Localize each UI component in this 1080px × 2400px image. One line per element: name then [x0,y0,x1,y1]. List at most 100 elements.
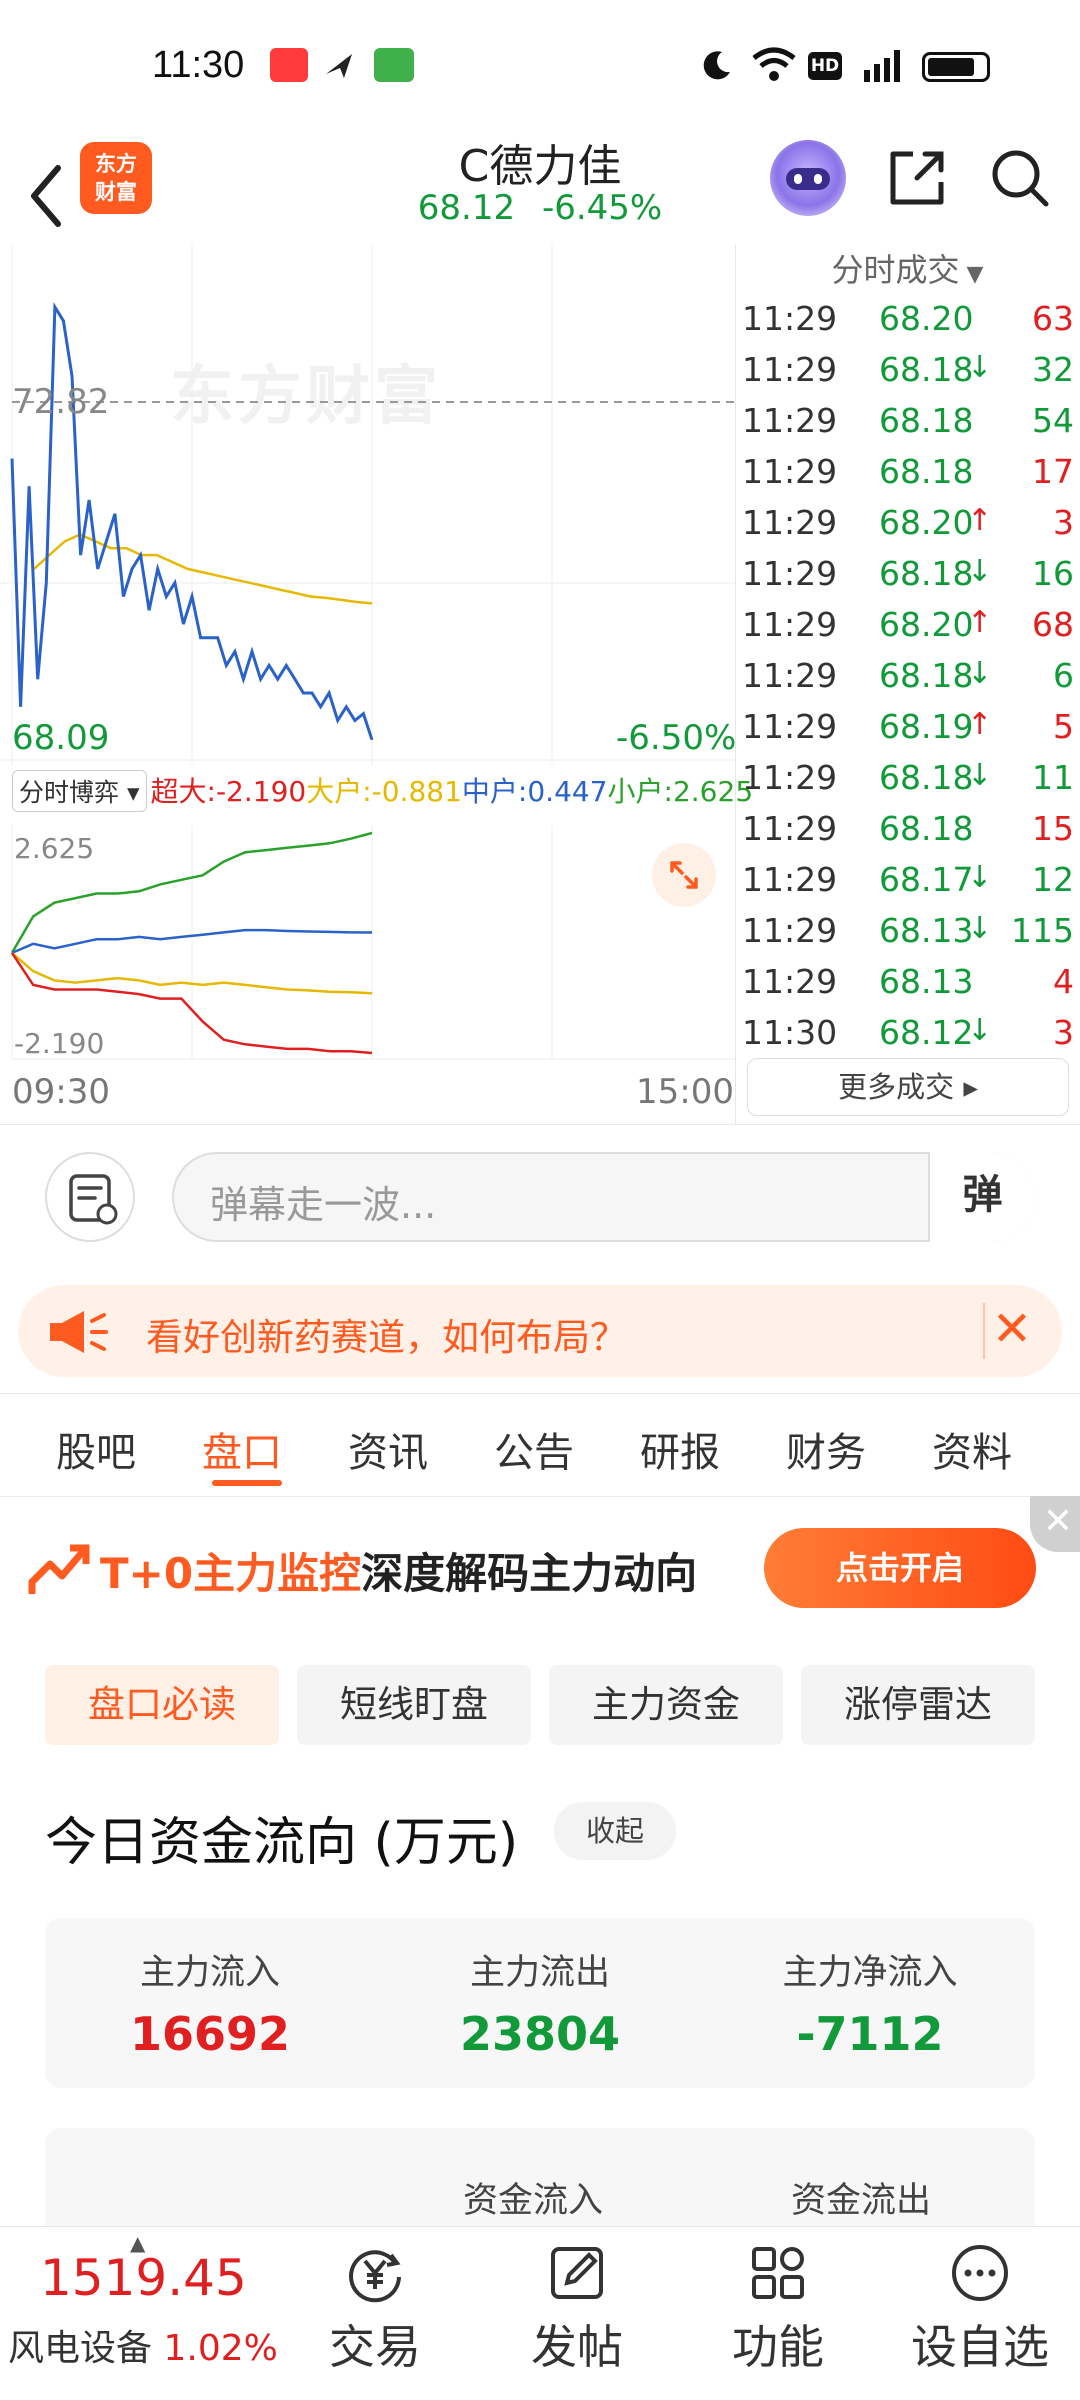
send-app-icon [322,48,358,82]
nav-add-watchlist[interactable]: 设自选 [905,2241,1055,2377]
legend-small: 小户:2.625 [607,775,754,808]
tab-2[interactable]: 资讯 [348,1420,428,1478]
back-icon[interactable] [18,150,78,230]
trade-time: 11:29 [742,503,838,542]
yen-trade-icon [343,2241,407,2305]
legend-big: 大户:-0.881 [306,775,462,808]
price-grid [0,245,735,765]
sector-index-name[interactable]: 风电设备 1.02% [8,2319,278,2371]
money-game-selector[interactable]: 分时博弈 ▾ [12,770,147,812]
tab-0[interactable]: 股吧 [56,1420,136,1478]
nav-post-label: 发帖 [531,2320,623,2374]
close-ad-icon[interactable]: ✕ [1030,1496,1080,1552]
sector-name: 风电设备 [8,2328,153,2369]
more-trades-button[interactable]: 更多成交 ▸ [747,1058,1069,1116]
trade-direction-icon: ↓ [967,554,993,589]
trade-direction-icon: ↓ [967,350,993,385]
fund-flow-title: 今日资金流向 (万元) [45,1813,519,1873]
fund-flow-summary: 主力流入 16692 主力流出 23804 主力净流入 -7112 [45,1918,1035,2088]
close-icon[interactable]: ✕ [983,1303,1039,1359]
trade-row: 11:30 68.12 ↓ 3 [742,1009,1074,1060]
trade-volume: 17 [1032,452,1074,491]
money-game-selector-label: 分时博弈 [19,778,120,807]
nav-trade[interactable]: 交易 [300,2241,450,2377]
trade-direction-icon: ↓ [967,860,993,895]
trade-direction-icon: ↑ [967,503,993,538]
trade-time: 11:29 [742,350,838,389]
trade-price: 68.19 [879,707,974,746]
enable-monitor-button[interactable]: 点击开启 [764,1528,1036,1608]
logo-line-1: 东方 [95,152,137,176]
trade-volume: 3 [1053,503,1074,542]
subtab-3[interactable]: 涨停雷达 [801,1665,1035,1745]
trade-time: 11:29 [742,656,838,695]
trade-row: 11:29 68.19 ↑ 5 [742,703,1074,754]
nav-trade-label: 交易 [329,2320,421,2374]
moon-icon [700,48,734,82]
trade-direction-icon: ↑ [967,707,993,742]
grid-functions-icon [746,2241,810,2305]
share-icon[interactable] [885,146,949,210]
tab-1[interactable]: 盘口 [202,1420,282,1478]
t0-monitor-banner[interactable]: T+0主力监控深度解码主力动向 点击开启 ✕ [0,1496,1080,1640]
ai-robot-icon[interactable] [770,140,846,216]
danmu-settings-button[interactable] [45,1152,135,1242]
game-max-label: 2.625 [14,832,95,865]
trade-time: 11:29 [742,758,838,797]
danmu-toggle-button[interactable]: 弹 [928,1152,1035,1242]
trade-list: 11:29 68.20 63 11:29 68.18 ↓ 32 11:29 68.18 54 11:… [742,295,1074,1060]
trade-volume: 63 [1032,299,1074,338]
more-dots-icon [948,2241,1012,2305]
subtab-1[interactable]: 短线盯盘 [297,1665,531,1745]
trade-price: 68.17 [879,860,974,899]
intraday-price-chart[interactable] [0,245,735,765]
trade-time: 11:29 [742,401,838,440]
expand-icon[interactable] [652,843,716,907]
subtab-0[interactable]: 盘口必读 [45,1665,279,1745]
trade-volume: 16 [1032,554,1074,593]
oppo-app-icon [374,48,414,82]
stock-name[interactable]: C德力佳 [340,130,740,194]
stock-price-line: 68.12 -6.45% [340,188,740,228]
tab-4[interactable]: 研报 [640,1420,720,1478]
trade-time: 11:29 [742,299,838,338]
tab-3[interactable]: 公告 [494,1420,574,1478]
section-divider [0,1393,1080,1394]
nav-post[interactable]: 发帖 [502,2241,652,2377]
tab-5[interactable]: 财务 [786,1420,866,1478]
search-icon[interactable] [988,146,1052,210]
trade-volume: 6 [1053,656,1074,695]
nav-functions-label: 功能 [732,2320,824,2374]
promo-banner[interactable]: 看好创新药赛道，如何布局？ ✕ [18,1285,1062,1377]
megaphone-icon [44,1307,114,1357]
trade-row: 11:29 68.13 ↓ 115 [742,907,1074,958]
sector-index-value[interactable]: 1519.45 [40,2249,247,2307]
trade-volume: 68 [1032,605,1074,644]
eastmoney-logo[interactable]: 东方 财富 [80,142,152,214]
trend-up-icon [28,1538,90,1600]
danmu-input[interactable]: 弹幕走一波... [172,1152,1035,1242]
trade-volume: 5 [1053,707,1074,746]
trade-volume: 54 [1032,401,1074,440]
edit-post-icon [545,2241,609,2305]
collapse-button[interactable]: 收起 [554,1802,676,1860]
battery-icon [922,52,990,82]
inflow-header: 资金流入 [463,2181,604,2221]
trade-price: 68.18 [879,401,974,440]
monitor-title-highlight: T+0主力监控 [100,1549,362,1598]
trade-volume: 4 [1053,962,1074,1001]
section-divider [0,1124,1080,1125]
subtab-2[interactable]: 主力资金 [549,1665,783,1745]
active-tab-underline [212,1480,282,1486]
money-game-legend: 分时博弈 ▾ 超大:-2.190大户:-0.881中户:0.447小户:2.62… [12,770,753,814]
nav-functions[interactable]: 功能 [703,2241,853,2377]
tab-6[interactable]: 资料 [932,1420,1012,1478]
trade-direction-icon: ↓ [967,656,993,691]
trade-direction-icon: ↓ [967,911,993,946]
trade-time: 11:29 [742,707,838,746]
promo-text: 看好创新药赛道，如何布局？ [146,1316,627,1359]
trade-volume: 15 [1032,809,1074,848]
money-game-chart[interactable] [0,825,735,1060]
trade-list-header[interactable]: 分时成交 ▼ [735,245,1080,295]
trade-price: 68.13 [879,962,974,1001]
